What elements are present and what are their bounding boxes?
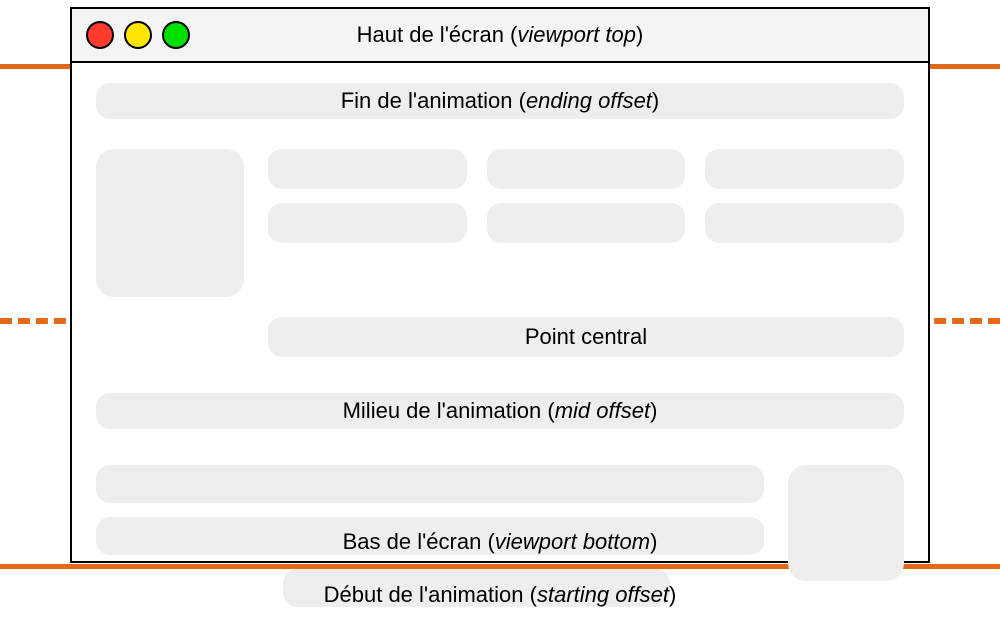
- start-offset-label: Début de l'animation (starting offset): [0, 582, 1000, 608]
- skeleton-row-center: Point central: [268, 317, 904, 357]
- skeleton-cell: [705, 203, 904, 243]
- start-offset-label-fr: Début de l'animation: [324, 582, 524, 607]
- titlebar-label-fr: Haut de l'écran: [357, 22, 504, 47]
- window-titlebar: Haut de l'écran (viewport top): [72, 9, 928, 63]
- titlebar-label: Haut de l'écran (viewport top): [72, 22, 928, 48]
- mid-offset-label-fr: Milieu de l'animation: [343, 398, 542, 423]
- viewport-bottom-label-en: viewport bottom: [495, 529, 650, 554]
- skeleton-bar: [96, 465, 764, 503]
- skeleton-cell: [487, 203, 686, 243]
- mid-offset-label: Milieu de l'animation (mid offset): [343, 398, 658, 424]
- minimize-icon[interactable]: [124, 21, 152, 49]
- skeleton-cell: [268, 149, 467, 189]
- center-point-label: Point central: [525, 324, 647, 350]
- start-offset-label-en: starting offset: [537, 582, 669, 607]
- skeleton-row-mid: Milieu de l'animation (mid offset): [96, 393, 904, 429]
- end-offset-label-en: ending offset: [526, 88, 652, 113]
- skeleton-row-end: Fin de l'animation (ending offset): [96, 83, 904, 119]
- end-offset-label-fr: Fin de l'animation: [341, 88, 513, 113]
- browser-window: Haut de l'écran (viewport top) Fin de l'…: [70, 7, 930, 563]
- diagram-stage: Haut de l'écran (viewport top) Fin de l'…: [0, 0, 1000, 629]
- end-offset-label: Fin de l'animation (ending offset): [341, 88, 660, 114]
- skeleton-square-right: [788, 465, 904, 581]
- skeleton-cell: [487, 149, 686, 189]
- skeleton-cell: [705, 149, 904, 189]
- titlebar-label-en: viewport top: [517, 22, 636, 47]
- skeleton-square-left: [96, 149, 244, 297]
- viewport-bottom-label-fr: Bas de l'écran: [343, 529, 482, 554]
- maximize-icon[interactable]: [162, 21, 190, 49]
- close-icon[interactable]: [86, 21, 114, 49]
- skeleton-grid: [268, 149, 904, 297]
- skeleton-cell: [268, 203, 467, 243]
- skeleton-group-1: [96, 149, 904, 297]
- viewport-bottom-label: Bas de l'écran (viewport bottom): [72, 529, 928, 555]
- mid-offset-label-en: mid offset: [555, 398, 650, 423]
- traffic-lights: [86, 21, 190, 49]
